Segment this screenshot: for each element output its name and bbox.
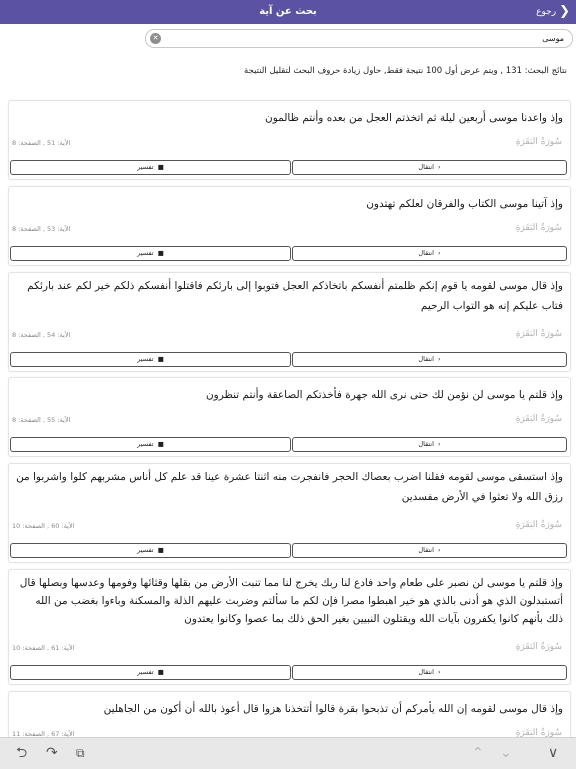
copy-icon[interactable]: ⧉ [76,738,85,769]
keyboard-toolbar: ⮌ ↷ ⧉ ⌃ ⌄ ∨ [0,737,576,769]
tafsir-button[interactable]: تفسير ■ [10,246,291,261]
go-label: انتقال [418,249,434,257]
result-card: وإذ استسقى موسى لقومه فقلنا اضرب بعصاك ا… [8,463,571,563]
go-button[interactable]: انتقال › [292,160,567,175]
verse-text: وإذ استسقى موسى لقومه فقلنا اضرب بعصاك ا… [16,471,563,503]
result-card: وإذ واعدنا موسى أربعين ليلة ثم اتخذتم ال… [8,100,571,180]
surah-name: سُورَةُ البَقَرَةِ [515,414,562,424]
verse-text: وإذ واعدنا موسى أربعين ليلة ثم اتخذتم ال… [265,112,563,124]
chevron-right-icon: › [438,355,441,363]
verse-meta: الآية: 54 , الصفحة: 8 [12,331,71,339]
go-button[interactable]: انتقال › [292,665,567,680]
verse-text: وإذ قلتم يا موسى لن نصبر على طعام واحد ف… [19,577,563,625]
tafsir-label: تفسير [137,355,154,363]
keyboard-dismiss-icon[interactable]: ∨ [548,738,558,769]
book-icon: ■ [157,668,164,676]
book-icon: ■ [157,440,164,448]
result-card: وإذ قلتم يا موسى لن نصبر على طعام واحد ف… [8,569,571,685]
tafsir-button[interactable]: تفسير ■ [10,352,291,367]
tafsir-button[interactable]: تفسير ■ [10,665,291,680]
verse-meta: الآية: 51 , الصفحة: 8 [12,139,71,147]
back-button[interactable]: ❮ رجوع [536,0,570,24]
undo-icon[interactable]: ⮌ [16,738,27,769]
redo-icon[interactable]: ↷ [46,738,58,769]
chevron-right-icon: › [438,163,441,171]
clear-icon[interactable]: ✕ [150,33,161,44]
go-label: انتقال [418,546,434,554]
chevron-left-icon: ❮ [559,4,570,19]
verse-text: وإذ قلتم يا موسى لن نؤمن لك حتى نرى الله… [205,389,563,401]
go-button[interactable]: انتقال › [292,352,567,367]
chevron-right-icon: › [438,440,441,448]
tafsir-button[interactable]: تفسير ■ [10,543,291,558]
result-card: وإذ قال موسى لقومه يا قوم إنكم ظلمتم أنف… [8,272,571,372]
surah-name: سُورَةُ البَقَرَةِ [515,223,562,233]
search-value: موسى [542,34,564,43]
tafsir-button[interactable]: تفسير ■ [10,437,291,452]
tafsir-label: تفسير [137,249,154,257]
book-icon: ■ [157,546,164,554]
page-title: بحث عن آية [259,6,317,17]
search-input[interactable]: موسى ✕ [145,29,573,48]
back-label: رجوع [536,7,557,17]
go-label: انتقال [418,163,434,171]
surah-name: سُورَةُ البَقَرَةِ [515,642,562,652]
chevron-right-icon: › [438,668,441,676]
go-label: انتقال [418,355,434,363]
verse-meta: الآية: 61 , الصفحة: 10 [12,644,75,652]
result-card: وإذ آتينا موسى الكتاب والفرقان لعلكم تهت… [8,186,571,266]
tafsir-label: تفسير [137,440,154,448]
verse-text: وإذ قال موسى لقومه إن الله يأمركم أن تذب… [103,703,563,715]
verse-text: وإذ قال موسى لقومه يا قوم إنكم ظلمتم أنف… [27,280,563,312]
verse-meta: الآية: 53 , الصفحة: 8 [12,225,71,233]
book-icon: ■ [157,355,164,363]
chevron-up-icon[interactable]: ⌃ [472,738,484,769]
verse-text: وإذ آتينا موسى الكتاب والفرقان لعلكم تهت… [366,198,563,210]
chevron-right-icon: › [438,546,441,554]
verse-meta: الآية: 60 , الصفحة: 10 [12,522,75,530]
chevron-down-icon[interactable]: ⌄ [500,738,512,769]
tafsir-button[interactable]: تفسير ■ [10,160,291,175]
surah-name: سُورَةُ البَقَرَةِ [515,520,562,530]
verse-meta: الآية: 55 , الصفحة: 8 [12,416,71,424]
tafsir-label: تفسير [137,546,154,554]
go-button[interactable]: انتقال › [292,543,567,558]
book-icon: ■ [157,249,164,257]
chevron-right-icon: › [438,249,441,257]
book-icon: ■ [157,163,164,171]
navigation-bar: بحث عن آية ❮ رجوع [0,0,576,24]
go-button[interactable]: انتقال › [292,246,567,261]
go-button[interactable]: انتقال › [292,437,567,452]
surah-name: سُورَةُ البَقَرَةِ [515,137,562,147]
results-info: نتائج البحث: 131 , ويتم عرض أول 100 نتيج… [244,66,567,76]
go-label: انتقال [418,440,434,448]
tafsir-label: تفسير [137,163,154,171]
result-card: وإذ قلتم يا موسى لن نؤمن لك حتى نرى الله… [8,377,571,457]
tafsir-label: تفسير [137,668,154,676]
surah-name: سُورَةُ البَقَرَةِ [515,329,562,339]
go-label: انتقال [418,668,434,676]
